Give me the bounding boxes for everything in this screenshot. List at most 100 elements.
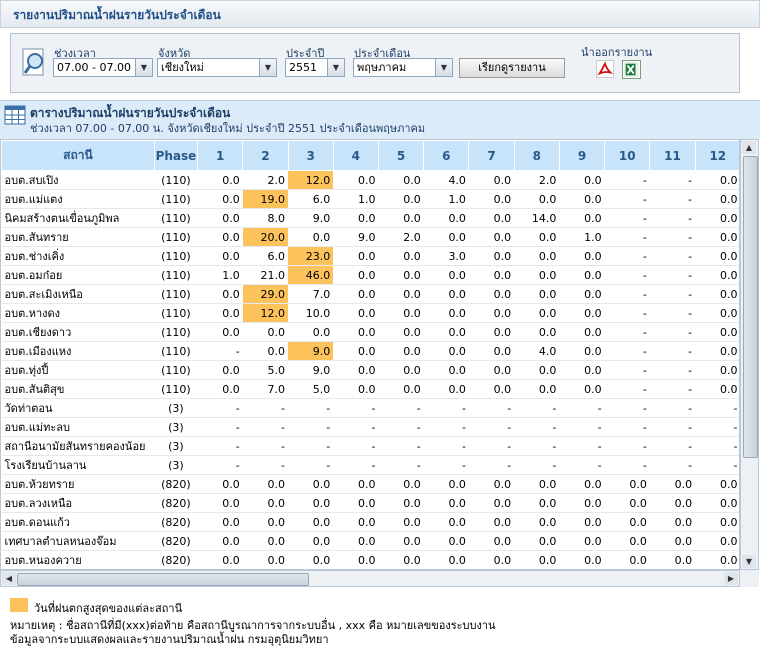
station-name: อบต.เมืองแหง — [1, 341, 155, 361]
rainfall-cell: 0.0 — [695, 227, 739, 247]
rainfall-cell: 0.0 — [604, 474, 650, 494]
rainfall-cell: 0.0 — [333, 303, 379, 323]
rainfall-cell: 0.0 — [333, 265, 379, 285]
rainfall-cell: - — [649, 265, 696, 285]
table-row: อบต.สันทราย (110) 0.0 20.0 0.0 9.0 2.0 0.0 0.0 0.… — [1, 227, 739, 247]
table-row: อบต.แม่ทะลบ (3) - - - - - - - - - - - - — [1, 417, 739, 437]
rainfall-cell: - — [423, 436, 469, 456]
rainfall-cell: - — [695, 398, 739, 418]
column-header-day-8: 8 — [513, 140, 560, 171]
scroll-thumb[interactable] — [743, 156, 758, 458]
rainfall-cell: 0.0 — [559, 170, 605, 190]
excel-icon[interactable] — [622, 60, 641, 79]
rainfall-cell: 12.0 — [288, 170, 334, 190]
rainfall-cell: 2.0 — [242, 170, 288, 190]
station-phase: (110) — [154, 303, 198, 323]
rainfall-cell: - — [242, 436, 288, 456]
station-name: อบต.สะเมิงเหนือ — [1, 284, 155, 304]
rainfall-cell: 0.0 — [333, 284, 379, 304]
rainfall-cell: 0.0 — [197, 303, 243, 323]
table-row: สถานีอนามัยสันทรายคองน้อย (3) - - - - - - - - - - - - — [1, 436, 739, 456]
rainfall-cell: 0.0 — [468, 208, 515, 228]
rainfall-cell: - — [197, 398, 243, 418]
rainfall-cell: - — [604, 284, 650, 304]
vertical-scrollbar[interactable]: ▲ ▼ — [740, 139, 759, 570]
column-header-day-4: 4 — [332, 140, 379, 171]
scroll-down-icon[interactable]: ▼ — [742, 555, 756, 568]
rainfall-cell: 0.0 — [378, 493, 424, 513]
rainfall-cell: 0.0 — [333, 512, 379, 532]
view-report-button[interactable]: เรียกดูรายงาน — [459, 58, 565, 78]
station-name: อบต.ห้วยทราย — [1, 474, 155, 494]
month-select-value: พฤษภาคม — [357, 61, 407, 74]
rainfall-cell: - — [604, 379, 650, 399]
rainfall-cell: 0.0 — [468, 360, 515, 380]
rainfall-cell: 0.0 — [423, 208, 469, 228]
station-phase: (110) — [154, 246, 198, 266]
rainfall-cell: 0.0 — [514, 227, 560, 247]
rainfall-cell: - — [604, 322, 650, 342]
station-name: อบต.ทุ่งปี้ — [1, 360, 155, 380]
rainfall-cell: - — [423, 455, 469, 475]
table-row: อบต.เมืองแหง (110) -0.0 9.0 0.0 0.0 0.0 0.0 4.0 0… — [1, 341, 739, 361]
rainfall-cell: 0.0 — [288, 550, 334, 569]
rainfall-cell: 0.0 — [514, 493, 560, 513]
rainfall-cell: - — [649, 227, 696, 247]
rainfall-cell: 20.0 — [242, 227, 288, 247]
table-row: นิคมสร้างตนเขื่อนภูมิพล (110) 0.0 8.0 9.0 0.0… — [1, 208, 739, 228]
station-phase: (110) — [154, 284, 198, 304]
rainfall-cell: 0.0 — [514, 246, 560, 266]
station-name: อบต.หนองควาย — [1, 550, 155, 569]
rainfall-cell: 0.0 — [604, 512, 650, 532]
rainfall-cell: - — [333, 436, 379, 456]
horizontal-scrollbar[interactable]: ◀ ▶ — [0, 570, 740, 587]
time-select[interactable]: 07.00 - 07.00 ▼ — [53, 58, 153, 77]
scroll-corner — [740, 570, 759, 587]
rainfall-cell: 0.0 — [288, 512, 334, 532]
rainfall-cell: 0.0 — [197, 512, 243, 532]
header-row: สถานี Phase 1 2 3 4 5 6 7 8 9 10 11 12 — [1, 140, 739, 171]
rainfall-cell: 0.0 — [559, 189, 605, 209]
province-select[interactable]: เชียงใหม่ ▼ — [157, 58, 277, 77]
pdf-icon[interactable] — [596, 60, 614, 78]
rainfall-cell: 1.0 — [333, 189, 379, 209]
rainfall-cell: 10.0 — [288, 303, 334, 323]
legend-text: วันที่ฝนตกสูงสุดของแต่ละสถานี — [34, 602, 183, 615]
rainfall-cell: 0.0 — [197, 227, 243, 247]
table-row: อบต.ดอนแก้ว (820) 0.0 0.0 0.0 0.0 0.0 0.0 0.0 0.0… — [1, 512, 739, 532]
rainfall-cell: 8.0 — [242, 208, 288, 228]
scroll-right-icon[interactable]: ▶ — [724, 572, 738, 585]
rainfall-cell: - — [378, 455, 424, 475]
station-name: อบต.สันติสุข — [1, 379, 155, 399]
rainfall-cell: 0.0 — [333, 493, 379, 513]
rainfall-cell: 0.0 — [604, 493, 650, 513]
rainfall-cell: - — [695, 455, 739, 475]
rainfall-cell: 29.0 — [242, 284, 288, 304]
scroll-thumb[interactable] — [17, 573, 309, 586]
rainfall-cell: - — [604, 436, 650, 456]
rainfall-cell: - — [649, 417, 696, 437]
rainfall-cell: 0.0 — [378, 512, 424, 532]
scroll-up-icon[interactable]: ▲ — [742, 141, 756, 154]
table-row: อบต.สะเมิงเหนือ (110) 0.0 29.0 7.0 0.0 0.0 0.0 0… — [1, 284, 739, 304]
rainfall-cell: 2.0 — [378, 227, 424, 247]
month-select[interactable]: พฤษภาคม ▼ — [353, 58, 453, 77]
rainfall-cell: 12.0 — [242, 303, 288, 323]
rainfall-cell: - — [333, 417, 379, 437]
scroll-left-icon[interactable]: ◀ — [2, 572, 16, 585]
note-line-2: ข้อมูลจากระบบแสดงผลและรายงานปริมาณน้ำฝน … — [10, 633, 329, 646]
rainfall-cell: 7.0 — [288, 284, 334, 304]
rainfall-cell: - — [288, 398, 334, 418]
rainfall-cell: 0.0 — [378, 474, 424, 494]
rainfall-cell: - — [604, 455, 650, 475]
rainfall-cell: 0.0 — [378, 531, 424, 551]
rainfall-cell: - — [197, 455, 243, 475]
province-select-value: เชียงใหม่ — [161, 61, 204, 74]
filter-panel: ช่วงเวลา 07.00 - 07.00 ▼ จังหวัด เชียงให… — [10, 33, 740, 93]
rainfall-cell: 0.0 — [333, 531, 379, 551]
rainfall-cell: - — [649, 398, 696, 418]
rainfall-cell: 0.0 — [559, 208, 605, 228]
rainfall-cell: 0.0 — [423, 322, 469, 342]
rainfall-cell: 0.0 — [197, 379, 243, 399]
year-select[interactable]: 2551 ▼ — [285, 58, 345, 77]
